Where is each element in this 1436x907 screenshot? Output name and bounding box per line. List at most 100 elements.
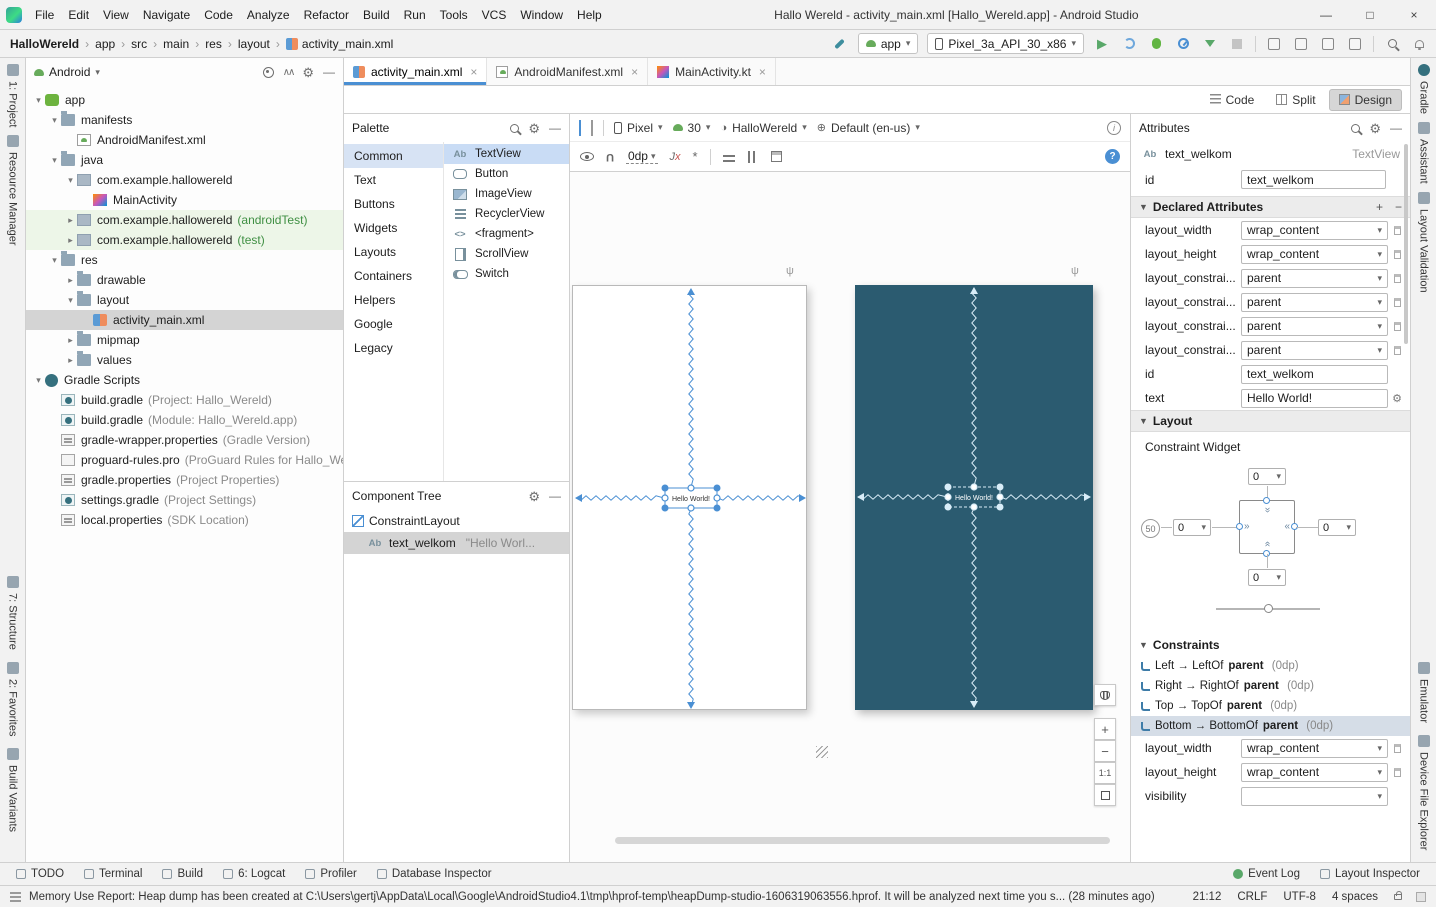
breadcrumb-item-app[interactable]: app: [93, 37, 117, 51]
avd-manager-icon[interactable]: [1319, 35, 1337, 53]
slider-handle[interactable]: [1264, 604, 1273, 613]
search-icon[interactable]: [510, 123, 520, 133]
expand-icon[interactable]: ▾: [48, 115, 61, 126]
close-button[interactable]: ×: [1392, 0, 1436, 29]
target-device-selector[interactable]: Pixel_3a_API_30_x86 ▾: [927, 33, 1084, 54]
constraint-anchor-square[interactable]: » «» «: [1236, 497, 1298, 557]
device-manager-icon[interactable]: [1265, 35, 1283, 53]
tool-window-button-device-file-explorer[interactable]: Device File Explorer: [1417, 735, 1430, 851]
project-tree-item-res[interactable]: ▾ res: [26, 250, 343, 270]
status-message[interactable]: Memory Use Report: Heap dump has been cr…: [29, 891, 1161, 903]
locate-file-icon[interactable]: [262, 66, 274, 78]
hide-panel-icon[interactable]: —: [1390, 121, 1402, 135]
palette-item-recyclerview[interactable]: RecyclerView: [444, 204, 569, 224]
pan-button[interactable]: [1094, 684, 1116, 706]
palette-item-button[interactable]: Button: [444, 164, 569, 184]
project-tree-item-com-example-hallowereld-test[interactable]: ▸ com.example.hallowereld (test): [26, 230, 343, 250]
constraint-item-bottom-bottomof[interactable]: Bottom → BottomOf parent (0dp): [1131, 716, 1410, 736]
tool-button-6-logcat[interactable]: 6: Logcat: [213, 863, 295, 886]
menu-file[interactable]: File: [28, 0, 61, 30]
project-tree-item-build-gradle-project-hallo-wereld[interactable]: build.gradle (Project: Hallo_Wereld): [26, 390, 343, 410]
palette-category-buttons[interactable]: Buttons: [344, 192, 443, 216]
menu-code[interactable]: Code: [197, 0, 240, 30]
run-button[interactable]: ▶: [1093, 35, 1111, 53]
tool-button-todo[interactable]: TODO: [6, 863, 74, 886]
palette-category-widgets[interactable]: Widgets: [344, 216, 443, 240]
debug-button[interactable]: [1147, 35, 1165, 53]
expand-icon[interactable]: ▸: [64, 235, 77, 246]
design-canvas[interactable]: ψ ψ Hello World! Hello World! + − 1:1: [570, 172, 1130, 862]
minimize-button[interactable]: —: [1304, 0, 1348, 29]
breadcrumb-item-activity-main-xml[interactable]: activity_main.xml: [284, 37, 395, 51]
project-tree-item-settings-gradle-project-settings[interactable]: settings.gradle (Project Settings): [26, 490, 343, 510]
attribute-value-layout-width[interactable]: wrap_content ▾: [1241, 220, 1388, 240]
hide-panel-icon[interactable]: —: [323, 65, 335, 79]
constraint-item-right-rightof[interactable]: Right → RightOf parent (0dp): [1131, 676, 1410, 696]
tool-button-event-log[interactable]: Event Log: [1223, 863, 1310, 886]
attribute-value-visibility[interactable]: ▾: [1241, 786, 1388, 806]
constraint-item-top-topof[interactable]: Top → TopOf parent (0dp): [1131, 696, 1410, 716]
dropdown-caret-icon[interactable]: ▾: [1377, 791, 1382, 802]
flag-icon[interactable]: [1393, 297, 1401, 307]
horizontal-scrollbar[interactable]: [615, 837, 1110, 844]
layout-inspector-icon[interactable]: [1292, 35, 1310, 53]
project-tree-item-java[interactable]: ▾ java: [26, 150, 343, 170]
menu-analyze[interactable]: Analyze: [240, 0, 297, 30]
add-attribute-icon[interactable]: +: [1376, 200, 1383, 214]
close-tab-icon[interactable]: ×: [759, 65, 766, 79]
attribute-value-layout-height[interactable]: wrap_content ▾: [1241, 762, 1388, 782]
encoding-indicator[interactable]: UTF-8: [1283, 891, 1316, 903]
zoom-reset-button[interactable]: 1:1: [1094, 762, 1116, 784]
editor-tab-activity-main-xml[interactable]: activity_main.xml ×: [344, 58, 488, 85]
project-tree-item-gradle-properties-project-properties[interactable]: gradle.properties (Project Properties): [26, 470, 343, 490]
guidelines-icon[interactable]: [722, 151, 735, 162]
layout-section-header[interactable]: ▼ Layout: [1131, 410, 1410, 432]
maximize-button[interactable]: □: [1348, 0, 1392, 29]
view-options-icon[interactable]: [580, 152, 594, 161]
expand-icon[interactable]: ▾: [48, 255, 61, 266]
flag-icon[interactable]: [1393, 345, 1401, 355]
sdk-manager-icon[interactable]: [1346, 35, 1364, 53]
menu-navigate[interactable]: Navigate: [136, 0, 197, 30]
menu-window[interactable]: Window: [513, 0, 570, 30]
info-icon[interactable]: i: [1107, 120, 1121, 135]
stop-button[interactable]: [1228, 35, 1246, 53]
search-everywhere-icon[interactable]: [1383, 35, 1401, 53]
expand-icon[interactable]: ▾: [32, 95, 45, 106]
flag-icon[interactable]: [1393, 321, 1401, 331]
clear-constraints-icon[interactable]: Jx: [670, 151, 681, 163]
attribute-value-layout-width[interactable]: wrap_content ▾: [1241, 738, 1388, 758]
palette-item-imageview[interactable]: ImageView: [444, 184, 569, 204]
profiler-button[interactable]: [1174, 35, 1192, 53]
margin-left-combo[interactable]: 0 ▾: [1173, 519, 1211, 536]
tool-button-build[interactable]: Build: [152, 863, 213, 886]
project-tree-item-layout[interactable]: ▾ layout: [26, 290, 343, 310]
palette-item-textview[interactable]: Ab TextView: [444, 144, 569, 164]
project-tree-item-androidmanifest-xml[interactable]: AndroidManifest.xml: [26, 130, 343, 150]
project-tree-item-gradle-scripts[interactable]: ▾ Gradle Scripts: [26, 370, 343, 390]
component-tree-item-text-welkom[interactable]: Ab text_welkom "Hello Worl...: [344, 532, 569, 554]
tool-button-profiler[interactable]: Profiler: [295, 863, 366, 886]
menu-run[interactable]: Run: [397, 0, 433, 30]
palette-category-common[interactable]: Common: [344, 144, 443, 168]
palette-category-containers[interactable]: Containers: [344, 264, 443, 288]
theme-selector[interactable]: ◑ HalloWereld ▾: [720, 121, 806, 135]
resize-handle[interactable]: [816, 746, 828, 758]
project-tree-item-values[interactable]: ▸ values: [26, 350, 343, 370]
component-tree-item-constraintlayout[interactable]: ConstraintLayout: [344, 510, 569, 532]
constraints-section-header[interactable]: ▼ Constraints: [1131, 634, 1410, 656]
project-tree-item-mainactivity[interactable]: MainActivity: [26, 190, 343, 210]
breadcrumb-item-res[interactable]: res: [203, 37, 224, 51]
project-tree-item-activity-main-xml[interactable]: activity_main.xml: [26, 310, 343, 330]
left-anchor[interactable]: [1236, 523, 1243, 530]
gear-icon[interactable]: ⚙: [528, 490, 540, 503]
device-selector[interactable]: Pixel ▾: [614, 121, 663, 135]
palette-item-switch[interactable]: Switch: [444, 264, 569, 284]
apply-changes-icon[interactable]: [1120, 35, 1138, 53]
run-config-selector[interactable]: app ▾: [857, 33, 919, 54]
margin-top-combo[interactable]: 0 ▾: [1248, 468, 1286, 485]
tool-button-layout-inspector[interactable]: Layout Inspector: [1310, 863, 1430, 886]
breadcrumb-item-main[interactable]: main: [161, 37, 191, 51]
constraint-widget[interactable]: 0 ▾ 50 0 ▾ » «» « 0 ▾ 0 ▾: [1131, 456, 1410, 634]
palette-category-helpers[interactable]: Helpers: [344, 288, 443, 312]
